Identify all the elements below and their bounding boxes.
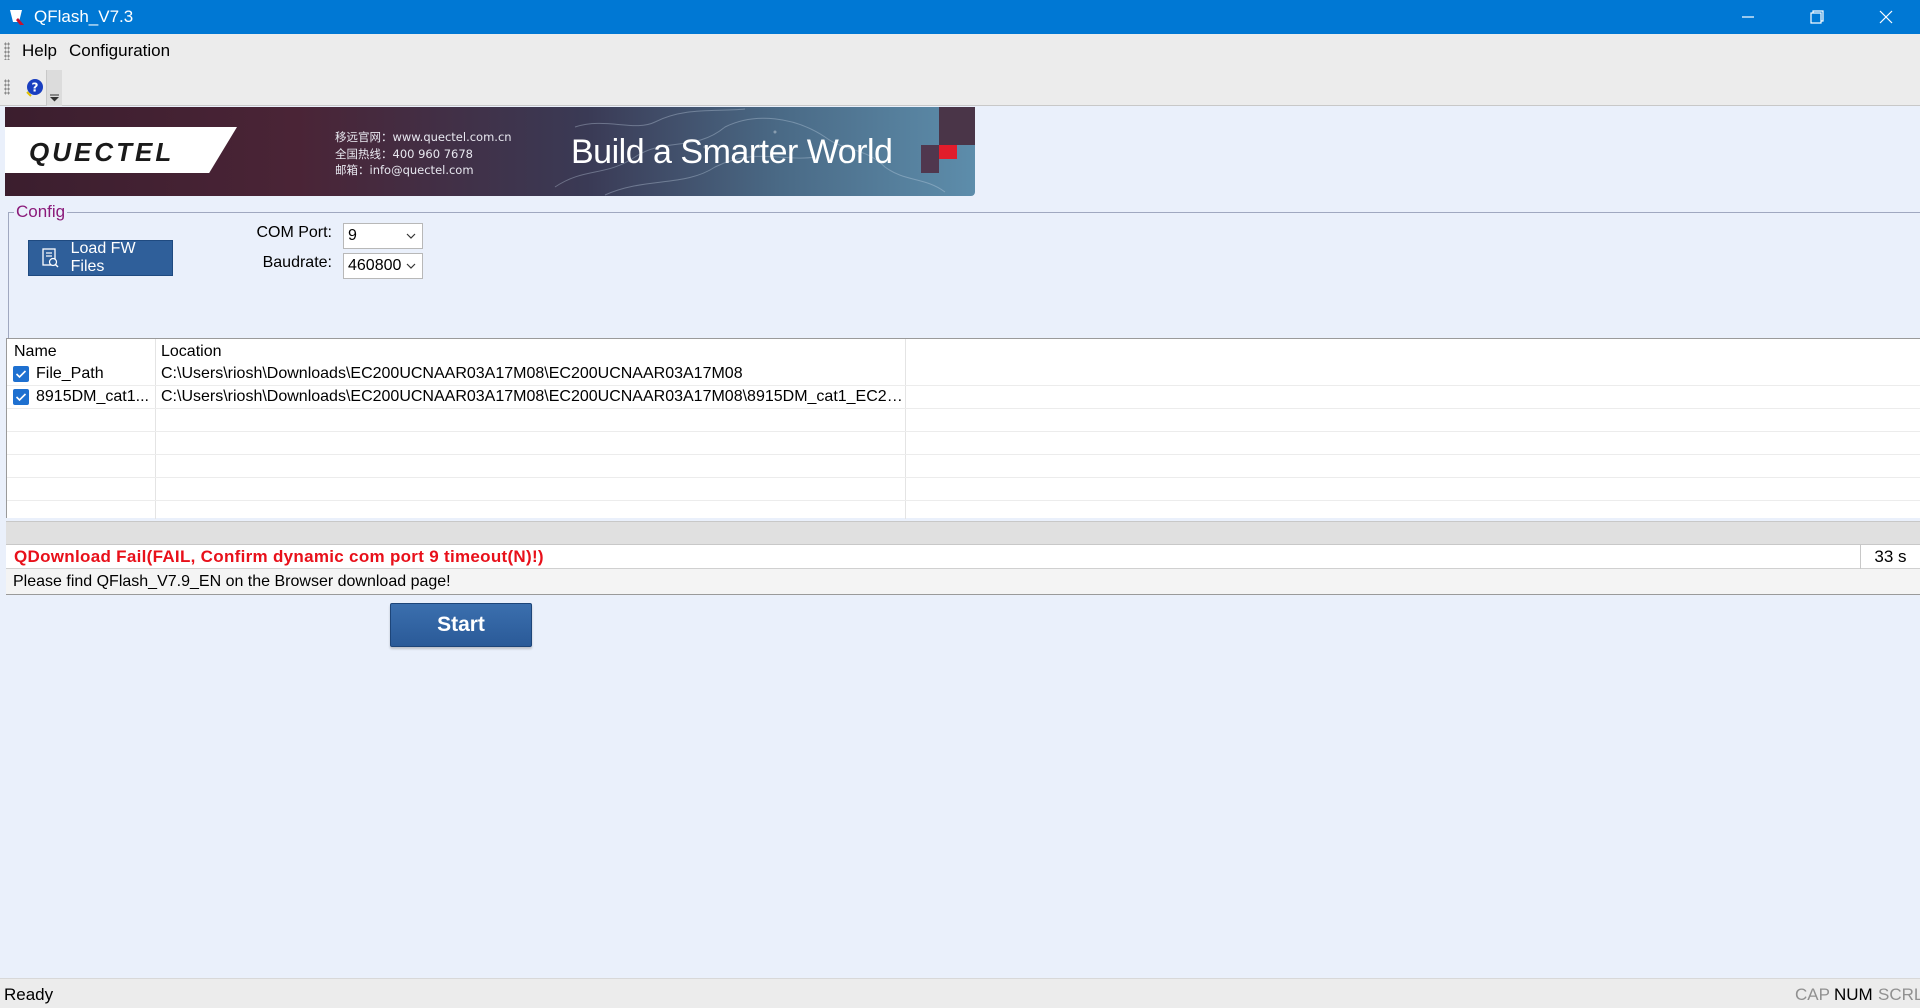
table-row-empty	[7, 478, 1920, 501]
minimize-icon	[1741, 16, 1754, 18]
window-title: QFlash_V7.3	[34, 7, 134, 26]
quectel-banner: QUECTEL 移远官网：www.quectel.com.cn 全国热线：400…	[5, 107, 975, 196]
toolbar-overflow-button[interactable]	[46, 70, 62, 106]
firmware-file-table[interactable]: Name Location File_Path C:\Users\riosh\D…	[6, 338, 1920, 519]
baudrate-select[interactable]: 460800	[343, 253, 423, 279]
quectel-logo: QUECTEL	[29, 137, 175, 167]
restore-button[interactable]	[1782, 0, 1851, 34]
file-load-icon	[39, 247, 61, 269]
table-row-empty	[7, 455, 1920, 478]
table-row[interactable]: File_Path C:\Users\riosh\Downloads\EC200…	[7, 363, 1920, 386]
banner-email: 邮箱：info@quectel.com	[335, 163, 474, 177]
info-message: Please find QFlash_V7.9_EN on the Browse…	[6, 569, 1920, 595]
banner-decor-square	[939, 107, 975, 145]
menu-configuration[interactable]: Configuration	[63, 34, 176, 68]
menu-grip[interactable]	[4, 42, 10, 60]
row-checkbox[interactable]	[13, 366, 29, 382]
checkmark-icon	[15, 370, 27, 379]
cap-indicator: CAP	[1795, 985, 1830, 1004]
row-name: File_Path	[36, 365, 104, 382]
baudrate-value: 460800	[348, 257, 402, 274]
download-status: QDownload Fail(FAIL, Confirm dynamic com…	[6, 545, 1920, 569]
banner-slogan: Build a Smarter World	[571, 133, 893, 171]
help-question-icon[interactable]: ?	[24, 76, 46, 98]
row-name: 8915DM_cat1...	[36, 388, 149, 405]
app-logo-icon	[0, 0, 34, 34]
toolbar-band: ?	[2, 70, 62, 106]
minimize-button[interactable]	[1713, 0, 1782, 34]
table-row[interactable]: 8915DM_cat1... C:\Users\riosh\Downloads\…	[7, 386, 1920, 409]
banner-hotline: 全国热线：400 960 7678	[335, 146, 473, 161]
row-checkbox[interactable]	[13, 389, 29, 405]
load-fw-files-button[interactable]: Load FW Files	[28, 240, 173, 276]
chevron-down-icon	[402, 254, 420, 278]
com-port-label: COM Port:	[256, 224, 332, 241]
banner-decor-square	[921, 145, 939, 173]
title-bar: QFlash_V7.3	[0, 0, 1920, 34]
ready-status: Ready	[4, 985, 54, 1004]
table-row-empty	[7, 432, 1920, 455]
close-button[interactable]	[1851, 0, 1920, 34]
table-header: Name Location	[7, 339, 1920, 363]
start-button[interactable]: Start	[390, 603, 532, 647]
row-location: C:\Users\riosh\Downloads\EC200UCNAAR03A1…	[161, 388, 905, 405]
chevron-down-icon	[402, 224, 420, 248]
banner-contact: 移远官网：www.quectel.com.cn 全国热线：400 960 767…	[335, 129, 512, 179]
toolbar-grip[interactable]	[4, 79, 10, 95]
banner-website: 移远官网：www.quectel.com.cn	[335, 130, 512, 144]
com-port-select[interactable]: 9	[343, 223, 423, 249]
toolbar: ?	[0, 68, 1920, 106]
banner-decor-square-red	[939, 145, 957, 159]
column-header-location[interactable]: Location	[161, 343, 222, 361]
row-location: C:\Users\riosh\Downloads\EC200UCNAAR03A1…	[161, 365, 743, 382]
num-indicator: NUM	[1834, 985, 1873, 1004]
com-port-value: 9	[348, 227, 357, 244]
scrl-indicator: SCRL	[1878, 985, 1920, 1004]
checkmark-icon	[15, 393, 27, 402]
status-message: QDownload Fail(FAIL, Confirm dynamic com…	[14, 547, 544, 566]
chevron-down-icon	[50, 94, 59, 102]
menu-bar: Help Configuration	[0, 34, 1920, 68]
elapsed-time: 33 s	[1860, 545, 1920, 569]
download-progress-bar	[6, 521, 1920, 545]
svg-text:?: ?	[32, 81, 39, 95]
column-header-name[interactable]: Name	[14, 343, 57, 361]
baudrate-label: Baudrate:	[262, 254, 332, 271]
menu-help[interactable]: Help	[16, 34, 63, 68]
load-fw-files-label: Load FW Files	[70, 240, 136, 275]
table-row-empty	[7, 409, 1920, 432]
close-icon	[1879, 10, 1892, 24]
restore-icon	[1809, 10, 1824, 24]
config-legend: Config	[14, 202, 68, 222]
status-bar: Ready CAP NUM SCRL	[0, 978, 1920, 1008]
